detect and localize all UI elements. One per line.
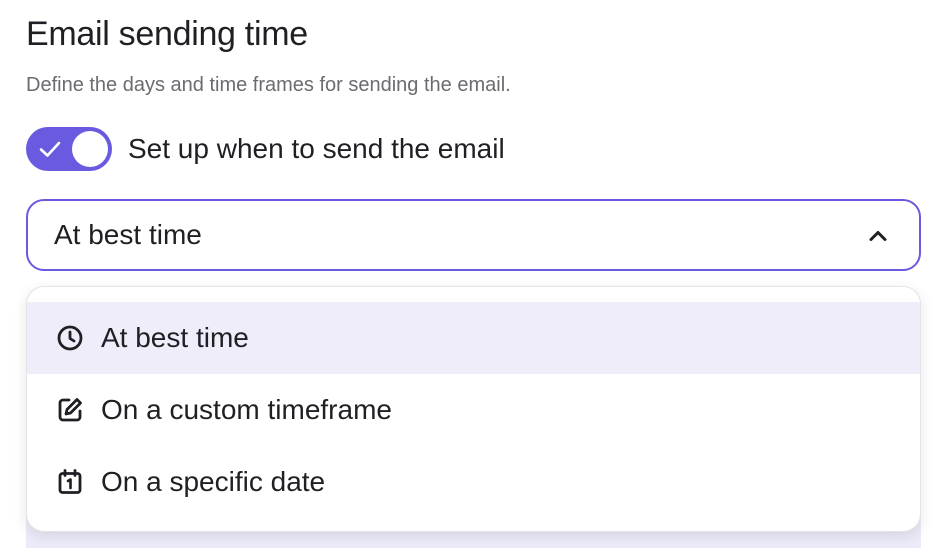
send-time-toggle-row: Set up when to send the email — [26, 127, 505, 171]
calendar-icon — [55, 467, 85, 497]
menu-item-label: On a specific date — [101, 466, 326, 497]
send-time-select[interactable]: At best time — [26, 199, 921, 271]
edit-icon — [55, 395, 85, 425]
toggle-knob — [72, 131, 108, 167]
send-time-toggle[interactable] — [26, 127, 112, 171]
select-value: At best time — [54, 219, 202, 250]
clock-icon — [55, 323, 85, 353]
check-icon — [39, 141, 61, 157]
menu-item-at-best-time[interactable]: At best time — [27, 302, 920, 374]
email-sending-time-panel: Email sending time Define the days and t… — [0, 0, 942, 548]
menu-item-label: On a custom timeframe — [101, 394, 392, 425]
toggle-label: Set up when to send the email — [128, 133, 505, 164]
menu-item-label: At best time — [101, 322, 249, 353]
section-subtitle: Define the days and time frames for send… — [26, 74, 511, 96]
menu-item-custom-timeframe[interactable]: On a custom timeframe — [27, 374, 920, 446]
send-time-dropdown-menu: At best time On a custom timeframe On a … — [26, 286, 921, 532]
menu-item-specific-date[interactable]: On a specific date — [27, 446, 920, 518]
section-title: Email sending time — [26, 15, 308, 53]
chevron-up-icon — [869, 231, 887, 241]
